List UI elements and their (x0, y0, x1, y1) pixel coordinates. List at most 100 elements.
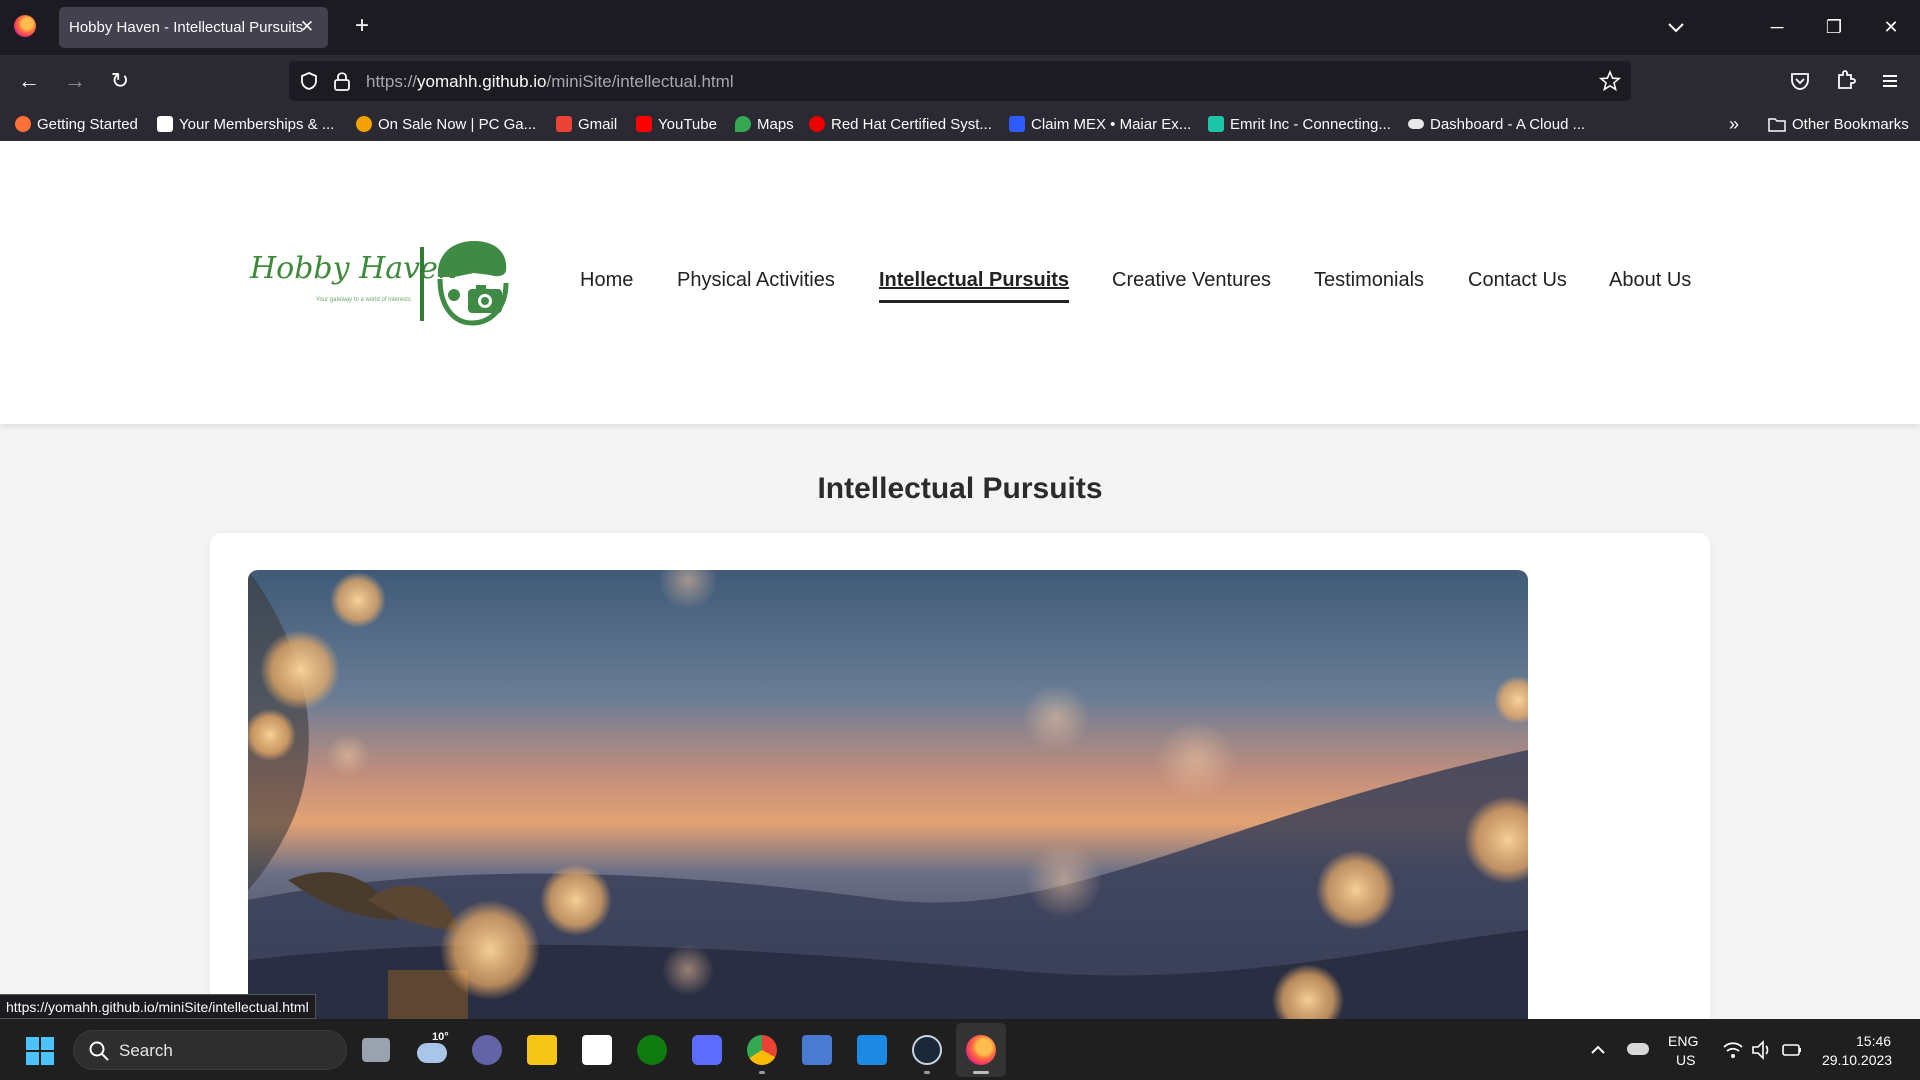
clock-time[interactable]: 15:46 (1856, 1033, 1891, 1049)
lock-icon[interactable] (333, 70, 351, 92)
bookmark-label: Maps (757, 115, 794, 133)
language-top[interactable]: ENG (1668, 1033, 1698, 1049)
site-header: Hobby Haven Your gateway to a world of i… (0, 141, 1920, 424)
bookmark-item[interactable]: Dashboard - A Cloud ... (1408, 114, 1585, 134)
nav-physical-activities[interactable]: Physical Activities (677, 269, 835, 292)
language-bottom[interactable]: US (1676, 1052, 1695, 1068)
wifi-icon[interactable] (1722, 1040, 1744, 1060)
web-page: Hobby Haven Your gateway to a world of i… (0, 141, 1920, 1019)
chrome-icon[interactable] (747, 1035, 777, 1065)
tab-title: Hobby Haven - Intellectual Pursuits (69, 19, 304, 36)
close-window-icon[interactable]: ✕ (1876, 12, 1906, 42)
logo-tagline: Your gateway to a world of interests (316, 297, 411, 303)
battery-icon[interactable] (1781, 1041, 1803, 1059)
bookmark-item[interactable]: Maps (735, 114, 794, 134)
bookmark-label: Gmail (578, 115, 618, 133)
bookmark-item[interactable]: YouTube (636, 114, 717, 134)
address-bar[interactable]: https://yomahh.github.io/miniSite/intell… (289, 61, 1631, 101)
teams-chat-icon[interactable] (472, 1035, 502, 1065)
bookmark-item[interactable]: On Sale Now | PC Ga... (356, 114, 536, 134)
bookmark-label: Emrit Inc - Connecting... (1230, 115, 1391, 133)
bookmark-item[interactable]: Claim MEX • Maiar Ex... (1009, 114, 1191, 134)
reload-icon[interactable]: ↻ (105, 66, 135, 96)
firefox-active-indicator (973, 1071, 989, 1074)
close-tab-icon[interactable]: ✕ (296, 16, 318, 38)
weather-widget-icon[interactable] (417, 1043, 447, 1063)
windows-taskbar: Search 10° ENG US 15:46 29.10.2023 (0, 1019, 1920, 1080)
logo-head-camera-icon (437, 241, 509, 326)
maps-pin-icon (735, 116, 751, 132)
new-tab-icon[interactable]: + (349, 13, 375, 39)
nav-intellectual-pursuits[interactable]: Intellectual Pursuits (879, 269, 1070, 303)
nav-intellectual-pursuits-label: Intellectual Pursuits (879, 269, 1070, 291)
active-nav-underline (879, 300, 1070, 303)
hero-image (248, 570, 1528, 1019)
logo-text: Hobby Haven (250, 251, 458, 286)
file-explorer-icon[interactable] (527, 1035, 557, 1065)
link-status-url: https://yomahh.github.io/miniSite/intell… (0, 994, 316, 1019)
browser-navigation-bar: ← → ↻ https://yomahh.github.io/miniSite/… (0, 55, 1920, 107)
bookmark-item[interactable]: Emrit Inc - Connecting... (1208, 114, 1391, 134)
bookmark-item[interactable]: Gmail (556, 114, 617, 134)
steam-icon[interactable] (912, 1035, 942, 1065)
back-icon[interactable]: ← (14, 66, 44, 96)
bookmark-item[interactable]: Getting Started (15, 114, 138, 134)
media-player-icon[interactable] (692, 1035, 722, 1065)
bookmark-label: Claim MEX • Maiar Ex... (1031, 115, 1192, 133)
taskbar-search-box[interactable]: Search (73, 1030, 347, 1070)
windows-start-icon[interactable] (26, 1037, 54, 1065)
l-app-icon[interactable] (857, 1035, 887, 1065)
volume-icon[interactable] (1751, 1040, 1773, 1060)
nav-creative-ventures[interactable]: Creative Ventures (1112, 269, 1271, 292)
chrome-running-indicator (759, 1071, 765, 1074)
steam-running-indicator (924, 1071, 930, 1074)
site-logo[interactable]: Hobby Haven Your gateway to a world of i… (250, 237, 512, 327)
restore-icon[interactable]: ❐ (1819, 12, 1849, 42)
list-all-tabs-icon[interactable] (1663, 14, 1689, 40)
network-app-icon[interactable] (802, 1035, 832, 1065)
other-bookmarks-folder[interactable]: Other Bookmarks (1768, 114, 1909, 134)
bookmark-label: Dashboard - A Cloud ... (1430, 115, 1586, 133)
search-icon (89, 1041, 109, 1061)
active-tab[interactable]: Hobby Haven - Intellectual Pursuits ✕ (59, 7, 328, 48)
url-prefix: https:// (366, 72, 418, 91)
url-text[interactable]: https://yomahh.github.io/miniSite/intell… (366, 72, 734, 92)
onedrive-icon[interactable] (1627, 1043, 1649, 1055)
pocket-icon[interactable] (1786, 67, 1814, 95)
bookmark-label: Your Memberships & ... (179, 115, 335, 133)
logo-divider (420, 247, 424, 321)
xbox-icon[interactable] (637, 1035, 667, 1065)
bookmark-item[interactable]: Red Hat Certified Syst... (809, 114, 992, 134)
nav-testimonials[interactable]: Testimonials (1314, 269, 1424, 292)
firefox-icon (966, 1035, 996, 1065)
folder-icon (1768, 118, 1786, 132)
forward-icon[interactable]: → (60, 66, 90, 96)
nav-about-us[interactable]: About Us (1609, 269, 1691, 292)
extensions-icon[interactable] (1831, 67, 1859, 95)
menu-icon[interactable] (1876, 67, 1904, 95)
url-path: /miniSite/intellectual.html (546, 72, 734, 91)
nav-home[interactable]: Home (580, 269, 633, 292)
minimize-icon[interactable]: ─ (1762, 12, 1792, 42)
gmail-icon (556, 116, 572, 132)
url-host: yomahh.github.io (417, 72, 547, 91)
firefox-view-icon[interactable] (14, 15, 36, 37)
firefox-taskbar-button[interactable] (956, 1023, 1006, 1077)
firefox-icon (15, 116, 31, 132)
microsoft-store-icon[interactable] (582, 1035, 612, 1065)
redhat-icon (809, 116, 825, 132)
cloud-icon (1408, 119, 1424, 129)
store-icon (356, 116, 372, 132)
clock-date[interactable]: 29.10.2023 (1822, 1052, 1892, 1068)
show-hidden-icons-icon[interactable] (1588, 1040, 1608, 1060)
nav-contact-us[interactable]: Contact Us (1468, 269, 1567, 292)
task-view-icon[interactable] (362, 1038, 390, 1062)
bookmark-label: Getting Started (37, 115, 138, 133)
more-bookmarks-icon[interactable]: » (1729, 114, 1739, 134)
bookmark-label: On Sale Now | PC Ga... (378, 115, 537, 133)
bookmark-item[interactable]: Your Memberships & ... (157, 114, 334, 134)
tracking-protection-shield-icon[interactable] (299, 71, 319, 91)
page-title: Intellectual Pursuits (817, 472, 1103, 505)
bookmark-star-icon[interactable] (1599, 70, 1621, 92)
bookmarks-toolbar: Getting Started Your Memberships & ... O… (0, 107, 1920, 141)
